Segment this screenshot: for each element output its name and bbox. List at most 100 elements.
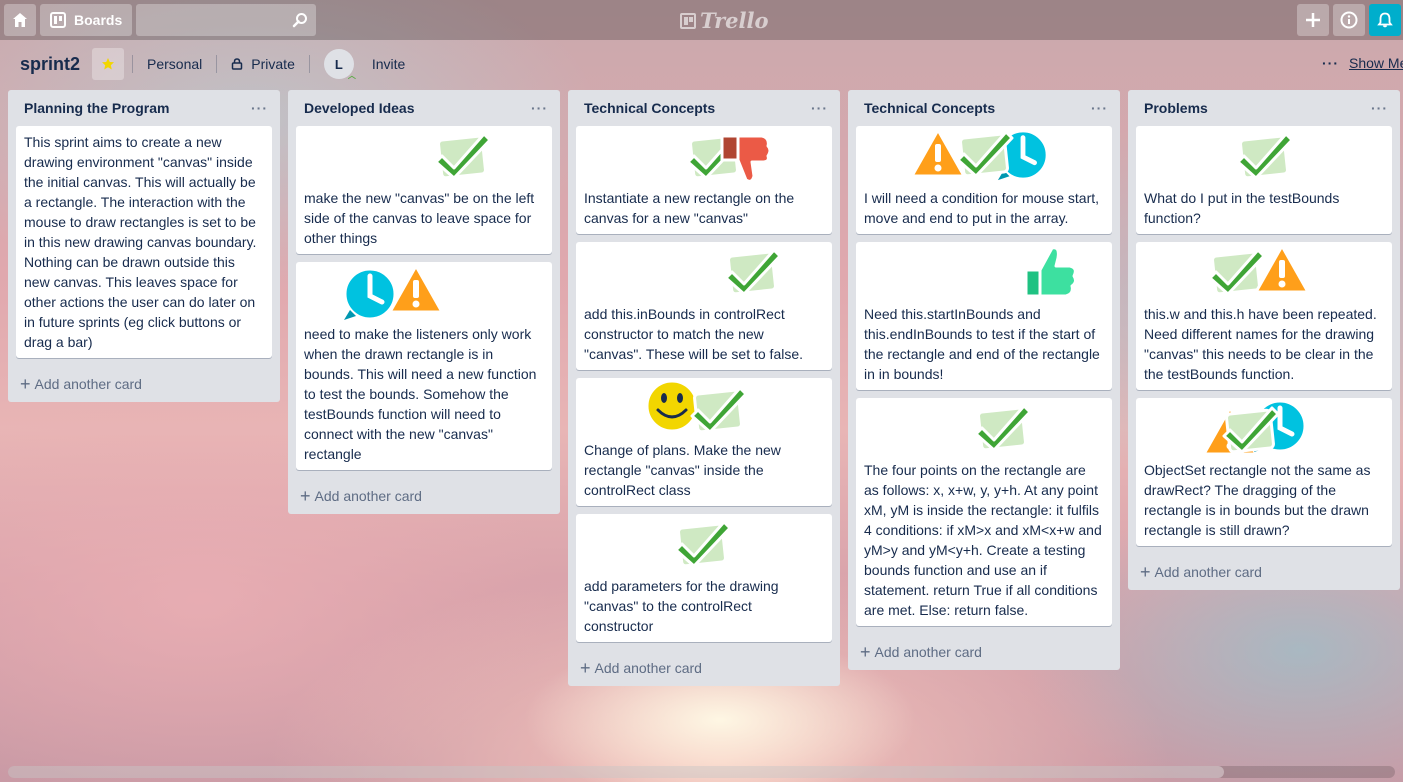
list-title[interactable]: Problems bbox=[1144, 100, 1208, 116]
card[interactable]: What do I put in the testBounds function… bbox=[1136, 126, 1392, 234]
boards-label: Boards bbox=[74, 12, 123, 28]
bell-icon bbox=[1377, 12, 1393, 28]
card-stickers bbox=[856, 126, 1112, 182]
card[interactable]: I will need a condition for mouse start,… bbox=[856, 126, 1112, 234]
card-stickers bbox=[296, 126, 552, 182]
boards-button[interactable]: Boards bbox=[40, 4, 133, 36]
visibility-label: Private bbox=[251, 56, 295, 72]
card[interactable]: need to make the listeners only work whe… bbox=[296, 262, 552, 470]
list-title[interactable]: Technical Concepts bbox=[864, 100, 995, 116]
info-button[interactable] bbox=[1333, 4, 1365, 36]
card-title: This sprint aims to create a new drawing… bbox=[24, 134, 257, 350]
scrollbar-thumb[interactable] bbox=[8, 766, 1224, 778]
card-title: Instantiate a new rectangle on the canva… bbox=[584, 190, 795, 226]
card-stickers bbox=[1136, 398, 1392, 456]
add-card-button[interactable]: + Add another card bbox=[300, 487, 422, 505]
add-card-button[interactable]: + Add another card bbox=[20, 375, 142, 393]
card-stickers bbox=[856, 242, 1112, 298]
add-card-button[interactable]: + Add another card bbox=[860, 642, 982, 662]
list-header[interactable]: Planning the Program ··· bbox=[16, 90, 272, 126]
card-stickers bbox=[576, 378, 832, 434]
list-header[interactable]: Developed Ideas ··· bbox=[296, 90, 552, 126]
card-stickers bbox=[1136, 242, 1392, 298]
card[interactable]: make the new "canvas" be on the left sid… bbox=[296, 126, 552, 254]
list-menu-icon[interactable]: ··· bbox=[531, 100, 552, 116]
card[interactable]: The four points on the rectangle are as … bbox=[856, 398, 1112, 626]
list-title[interactable]: Technical Concepts bbox=[584, 100, 715, 116]
check-sticker-icon bbox=[690, 386, 748, 434]
card-title: add this.inBounds in controlRect constru… bbox=[584, 306, 804, 362]
thumbs-down-sticker-icon bbox=[720, 134, 772, 183]
trello-logo[interactable]: Trello bbox=[680, 8, 769, 33]
plus-icon: + bbox=[580, 658, 591, 678]
card-stickers bbox=[576, 126, 832, 183]
card[interactable]: add parameters for the drawing "canvas" … bbox=[576, 514, 832, 642]
card-title: ObjectSet rectangle not the same as draw… bbox=[1144, 462, 1371, 538]
show-menu-button[interactable]: ··· Show Menu bbox=[1322, 55, 1403, 71]
team-label: Personal bbox=[147, 56, 203, 72]
list-header[interactable]: Problems ··· bbox=[1136, 90, 1392, 126]
card-title: What do I put in the testBounds function… bbox=[1144, 190, 1340, 226]
list: Problems ··· What do I put in the testBo… bbox=[1128, 90, 1400, 590]
info-icon bbox=[1340, 11, 1358, 29]
card-stickers bbox=[296, 262, 552, 318]
add-card-label: Add another card bbox=[874, 644, 982, 660]
list: Planning the Program ··· This sprint aim… bbox=[8, 90, 280, 402]
card[interactable]: this.w and this.h have been repeated. Ne… bbox=[1136, 242, 1392, 390]
top-header: Boards Trello bbox=[0, 0, 1403, 40]
card-title: make the new "canvas" be on the left sid… bbox=[304, 190, 535, 246]
list-title[interactable]: Developed Ideas bbox=[304, 100, 415, 116]
visibility-button[interactable]: Private bbox=[225, 50, 301, 78]
check-sticker-icon bbox=[1222, 406, 1280, 454]
card-stickers bbox=[576, 514, 832, 570]
search-input[interactable] bbox=[136, 4, 317, 36]
member-avatar[interactable]: L ︿ bbox=[323, 49, 356, 80]
card-title: this.w and this.h have been repeated. Ne… bbox=[1144, 306, 1377, 382]
thumbs-up-sticker-icon bbox=[1024, 246, 1078, 298]
board-title[interactable]: sprint2 bbox=[12, 54, 88, 75]
trello-logo-text: Trello bbox=[700, 8, 769, 33]
card[interactable]: Instantiate a new rectangle on the canva… bbox=[576, 126, 832, 234]
invite-label: Invite bbox=[371, 56, 406, 72]
warning-sticker-icon bbox=[1254, 244, 1310, 294]
horizontal-scrollbar[interactable] bbox=[8, 766, 1395, 778]
invite-button[interactable]: Invite bbox=[366, 50, 411, 78]
plus-icon: + bbox=[860, 642, 871, 662]
member-initial: L bbox=[334, 56, 343, 72]
trello-logo-icon bbox=[680, 12, 696, 29]
add-card-button[interactable]: + Add another card bbox=[580, 658, 702, 678]
list-menu-icon[interactable]: ··· bbox=[1091, 100, 1112, 116]
header-divider bbox=[216, 55, 218, 73]
header-divider bbox=[132, 55, 134, 73]
team-button[interactable]: Personal bbox=[141, 50, 208, 78]
card[interactable]: This sprint aims to create a new drawing… bbox=[16, 126, 272, 358]
list-menu-icon[interactable]: ··· bbox=[251, 100, 272, 116]
search-icon bbox=[292, 13, 308, 28]
star-button[interactable] bbox=[92, 48, 125, 80]
boards-icon bbox=[50, 12, 66, 28]
card-stickers bbox=[576, 242, 832, 298]
list-header[interactable]: Technical Concepts ··· bbox=[856, 90, 1112, 126]
card[interactable]: add this.inBounds in controlRect constru… bbox=[576, 242, 832, 370]
card-title: Need this.startInBounds and this.endInBo… bbox=[864, 306, 1100, 382]
check-sticker-icon bbox=[674, 520, 732, 568]
home-icon bbox=[13, 13, 27, 27]
header-divider bbox=[308, 55, 310, 73]
plus-icon: + bbox=[1140, 562, 1151, 582]
list-title[interactable]: Planning the Program bbox=[24, 100, 169, 116]
home-button[interactable] bbox=[4, 4, 36, 36]
list-header[interactable]: Technical Concepts ··· bbox=[576, 90, 832, 126]
notifications-button[interactable] bbox=[1369, 4, 1401, 36]
card-stickers bbox=[1136, 126, 1392, 182]
card[interactable]: Need this.startInBounds and this.endInBo… bbox=[856, 242, 1112, 390]
list: Developed Ideas ··· make the new "canvas… bbox=[288, 90, 560, 514]
card-stickers bbox=[856, 398, 1112, 454]
card[interactable]: Change of plans. Make the new rectangle … bbox=[576, 378, 832, 506]
add-card-button[interactable]: + Add another card bbox=[1140, 562, 1262, 582]
create-button[interactable] bbox=[1297, 4, 1329, 36]
check-sticker-icon bbox=[956, 130, 1014, 178]
list-menu-icon[interactable]: ··· bbox=[1371, 100, 1392, 116]
list-menu-icon[interactable]: ··· bbox=[811, 100, 832, 116]
check-sticker-icon bbox=[434, 132, 492, 180]
card[interactable]: ObjectSet rectangle not the same as draw… bbox=[1136, 398, 1392, 546]
